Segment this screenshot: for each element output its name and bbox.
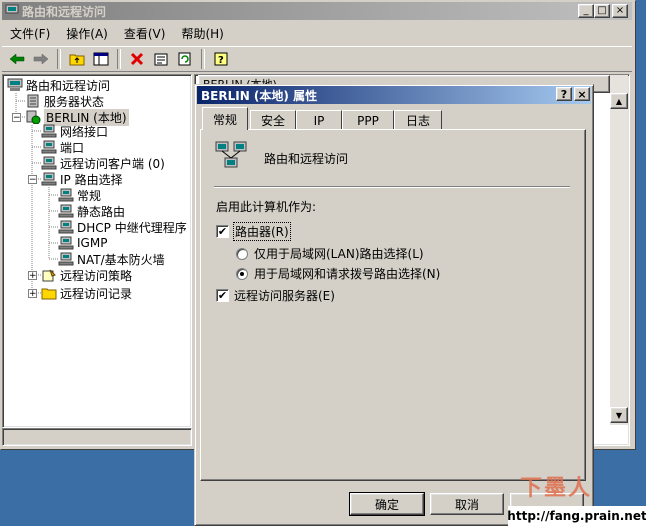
tree-item-static-routes[interactable]: 静态路由	[58, 203, 125, 219]
dhcp-icon	[58, 220, 74, 234]
menu-file[interactable]: 文件(F)	[2, 25, 58, 42]
tree-item-nat[interactable]: NAT/基本防火墙	[58, 251, 165, 267]
menu-view[interactable]: 查看(V)	[116, 25, 174, 42]
main-titlebar[interactable]: 路由和远程访问	[2, 2, 632, 20]
toolbar: ?	[2, 46, 632, 72]
toolbar-separator	[201, 49, 205, 69]
tree-item-igmp[interactable]: IGMP	[58, 235, 107, 251]
lan-only-option[interactable]: 仅用于局域网(LAN)路由选择(L)	[236, 245, 424, 262]
ras-option[interactable]: ✔ 远程访问服务器(E)	[216, 287, 335, 304]
server-up-icon	[25, 110, 41, 124]
tab-security[interactable]: 安全	[250, 110, 296, 130]
back-arrow-icon[interactable]	[6, 48, 28, 70]
scroll-down-button[interactable]: ▼	[610, 407, 628, 423]
close-button[interactable]: ×	[612, 4, 628, 18]
scroll-up-button[interactable]: ▲	[610, 93, 628, 109]
collapse-toggle[interactable]: −	[28, 175, 37, 185]
lan-dial-option[interactable]: 用于局域网和请求拨号路由选择(N)	[236, 265, 440, 282]
tree-item-ports[interactable]: 端口	[41, 139, 84, 155]
menu-bar: 文件(F) 操作(A) 查看(V) 帮助(H)	[2, 22, 632, 44]
lan-only-radio[interactable]	[236, 247, 248, 260]
tree-horizontal-scrollbar[interactable]	[2, 428, 192, 446]
app-icon	[5, 4, 19, 18]
folder-icon	[41, 286, 57, 300]
tab-panel-general	[200, 129, 586, 481]
tree-root[interactable]: 路由和远程访问	[7, 77, 110, 93]
tree-item-logging[interactable]: 远程访问记录	[41, 285, 132, 301]
delete-icon[interactable]	[126, 48, 148, 70]
tree-item-policies[interactable]: 远程访问策略	[41, 267, 132, 283]
maximize-button[interactable]: □	[594, 4, 610, 18]
dialog-titlebar[interactable]: BERLIN (本地) 属性	[197, 86, 591, 104]
cancel-button[interactable]: 取消	[430, 493, 504, 515]
vertical-scrollbar[interactable]: ▲ ▼	[610, 75, 628, 425]
expand-toggle[interactable]: +	[28, 271, 37, 281]
routing-icon	[7, 78, 23, 92]
menu-help[interactable]: 帮助(H)	[173, 25, 231, 42]
dialog-title: BERLIN (本地) 属性	[201, 88, 318, 103]
network-icon	[41, 124, 57, 138]
window-title: 路由和远程访问	[22, 4, 107, 19]
lan-dial-radio[interactable]	[236, 267, 248, 280]
watermark-logo: 下墨人	[520, 476, 593, 501]
ok-button[interactable]: 确定	[349, 492, 425, 516]
server-status-icon	[25, 94, 41, 108]
collapse-toggle[interactable]: −	[12, 113, 21, 123]
tree-item-general[interactable]: 常规	[58, 187, 101, 203]
tree-item-remote-clients[interactable]: 远程访问客户端 (0)	[41, 155, 165, 171]
tab-logging[interactable]: 日志	[394, 110, 442, 130]
toolbar-separator	[117, 49, 121, 69]
ras-checkbox[interactable]: ✔	[216, 289, 229, 302]
minimize-button[interactable]: _	[578, 4, 594, 18]
routing-service-icon	[214, 140, 250, 172]
router-checkbox[interactable]: ✔	[216, 225, 229, 238]
ports-icon	[41, 140, 57, 154]
svg-text:?: ?	[218, 55, 224, 66]
toolbar-separator	[57, 49, 61, 69]
enable-label: 启用此计算机作为:	[216, 200, 317, 214]
separator	[214, 186, 570, 188]
tree-item-network-interfaces[interactable]: 网络接口	[41, 123, 108, 139]
forward-arrow-icon[interactable]	[30, 48, 52, 70]
router-option[interactable]: ✔ 路由器(R)	[216, 222, 291, 241]
dialog-heading: 路由和远程访问	[264, 152, 349, 166]
menu-action[interactable]: 操作(A)	[58, 25, 116, 42]
tab-ip[interactable]: IP	[296, 110, 342, 130]
ip-routing-icon	[41, 172, 57, 186]
tree-item-dhcp-relay[interactable]: DHCP 中继代理程序	[58, 219, 187, 235]
policy-icon	[41, 268, 57, 282]
watermark-url: http://fang.prain.net	[507, 506, 646, 526]
tab-general[interactable]: 常规	[202, 107, 248, 130]
general-icon	[58, 188, 74, 202]
static-routes-icon	[58, 204, 74, 218]
dialog-help-button[interactable]: ?	[556, 87, 572, 101]
tree-item-ip-routing[interactable]: IP 路由选择	[41, 171, 123, 187]
expand-toggle[interactable]: +	[28, 289, 37, 299]
nat-icon	[58, 252, 74, 266]
clients-icon	[41, 156, 57, 170]
dialog-close-button[interactable]: ×	[574, 87, 590, 101]
console-tree: 路由和远程访问 服务器状态 − BERLIN (本地) 网络接口 端口 远程访问…	[2, 74, 192, 428]
tab-ppp[interactable]: PPP	[342, 110, 394, 130]
tree-item-server-status[interactable]: 服务器状态	[25, 93, 104, 109]
igmp-icon	[58, 236, 74, 250]
up-folder-icon[interactable]	[66, 48, 88, 70]
show-tree-icon[interactable]	[90, 48, 112, 70]
help-icon[interactable]: ?	[210, 48, 232, 70]
refresh-icon[interactable]	[174, 48, 196, 70]
properties-icon[interactable]	[150, 48, 172, 70]
